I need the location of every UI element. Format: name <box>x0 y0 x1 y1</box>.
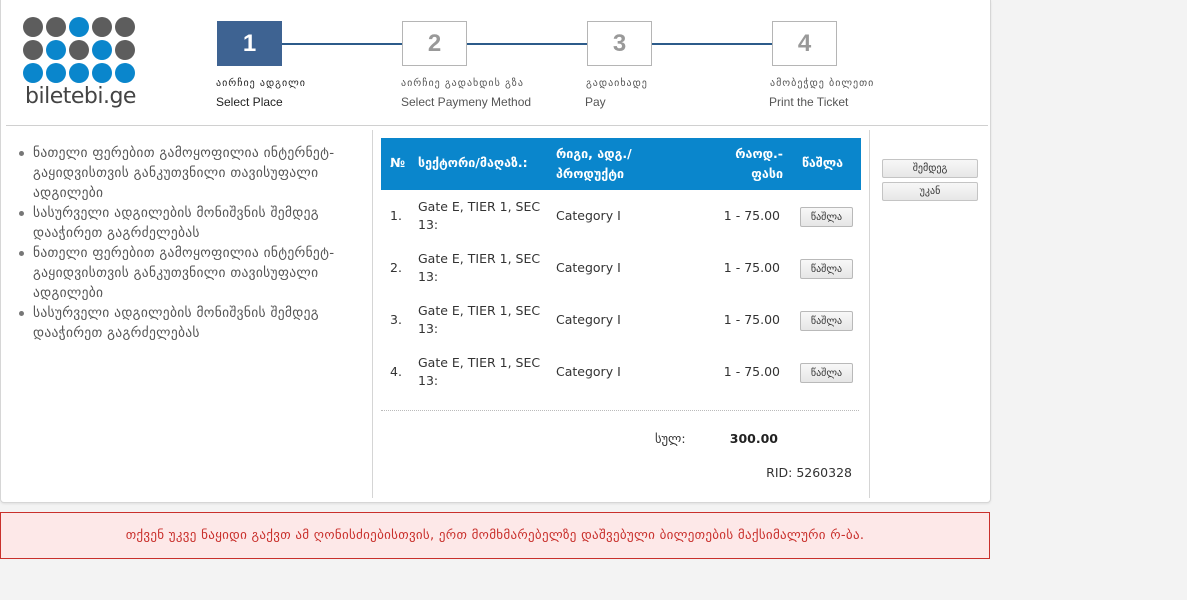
logo-dot <box>115 40 135 60</box>
site-logo[interactable]: biletebi.ge <box>23 17 149 113</box>
delete-button[interactable]: წაშლა <box>800 259 853 279</box>
instructions-list: ნათელი ფერებით გამოყოფილია ინტერნეტ-გაყი… <box>17 143 369 343</box>
instruction-item: ნათელი ფერებით გამოყოფილია ინტერნეტ-გაყი… <box>17 243 369 303</box>
header-divider <box>6 125 988 126</box>
logo-dot <box>23 17 43 37</box>
row-price: 1 - 75.00 <box>723 260 780 275</box>
logo-dot <box>23 40 43 60</box>
step-1-label: აირჩიე ადგილი <box>216 78 306 89</box>
logo-text: biletebi.ge <box>25 84 136 109</box>
logo-dot <box>69 17 89 37</box>
logo-dot <box>115 17 135 37</box>
delete-button[interactable]: წაშლა <box>800 311 853 331</box>
logo-dot <box>92 17 112 37</box>
step-3-box: 3 <box>587 21 652 66</box>
step-4-sublabel: Print the Ticket <box>769 95 849 109</box>
logo-dot <box>23 63 43 83</box>
logo-dot <box>46 63 66 83</box>
step-4-box: 4 <box>772 21 837 66</box>
row-price: 1 - 75.00 <box>723 312 780 327</box>
row-number: 4. <box>390 364 402 379</box>
header-num: № <box>390 155 406 170</box>
step-2-sublabel: Select Paymeny Method <box>401 95 532 109</box>
table-header: № სექტორი/მაღაზ.: რიგი, ადგ./ პროდუქტი რ… <box>381 138 861 190</box>
table-row: 3. Gate E, TIER 1, SEC 13: Category I 1 … <box>381 294 861 346</box>
left-column-divider <box>372 130 373 498</box>
order-table: № სექტორი/მაღაზ.: რიგი, ადგ./ პროდუქტი რ… <box>381 138 861 398</box>
logo-dot <box>69 40 89 60</box>
table-divider <box>381 410 859 411</box>
row-price: 1 - 75.00 <box>723 208 780 223</box>
step-connector-1 <box>282 43 402 45</box>
logo-dot <box>46 17 66 37</box>
row-number: 1. <box>390 208 402 223</box>
row-sector: Gate E, TIER 1, SEC 13: <box>418 303 541 336</box>
header-delete: წაშლა <box>802 155 844 170</box>
step-3-label: გადაიხადე <box>586 78 648 89</box>
row-sector: Gate E, TIER 1, SEC 13: <box>418 199 541 232</box>
back-button[interactable]: უკან <box>882 182 978 201</box>
row-category: Category I <box>556 312 621 327</box>
header-sector: სექტორი/მაღაზ.: <box>418 155 528 170</box>
row-number: 3. <box>390 312 402 327</box>
step-2-box: 2 <box>402 21 467 66</box>
logo-dot <box>92 40 112 60</box>
step-1-box: 1 <box>217 21 282 66</box>
step-4-label: ამობეჭდე ბილეთი <box>770 78 875 89</box>
step-connector-3 <box>652 43 772 45</box>
right-column-divider <box>869 130 870 498</box>
delete-button[interactable]: წაშლა <box>800 207 853 227</box>
step-3-sublabel: Pay <box>585 95 606 109</box>
table-row: 4. Gate E, TIER 1, SEC 13: Category I 1 … <box>381 346 861 398</box>
instruction-item: სასურველი ადგილების მონიშვნის შემდეგ დაა… <box>17 203 369 243</box>
main-panel: biletebi.ge 1 2 3 4 აირჩიე ადგილი აირჩიე… <box>0 0 991 503</box>
logo-dot <box>115 63 135 83</box>
logo-dot <box>69 63 89 83</box>
step-connector-2 <box>467 43 587 45</box>
row-sector: Gate E, TIER 1, SEC 13: <box>418 251 541 284</box>
reservation-id: RID: 5260328 <box>766 465 852 480</box>
header-row-seat: რიგი, ადგ./ პროდუქტი <box>556 146 632 181</box>
row-sector: Gate E, TIER 1, SEC 13: <box>418 355 541 388</box>
logo-dots <box>23 17 149 83</box>
row-price: 1 - 75.00 <box>723 364 780 379</box>
step-2-label: აირჩიე გადახდის გზა <box>401 78 524 89</box>
delete-button[interactable]: წაშლა <box>800 363 853 383</box>
row-category: Category I <box>556 364 621 379</box>
step-1-sublabel: Select Place <box>216 95 283 109</box>
instruction-item: სასურველი ადგილების მონიშვნის შემდეგ დაა… <box>17 303 369 343</box>
header-qty-price: რაოდ.- ფასი <box>735 146 783 181</box>
total-value: 300.00 <box>729 431 778 446</box>
table-row: 1. Gate E, TIER 1, SEC 13: Category I 1 … <box>381 190 861 242</box>
total-label: სულ: <box>655 431 686 446</box>
row-category: Category I <box>556 208 621 223</box>
table-row: 2. Gate E, TIER 1, SEC 13: Category I 1 … <box>381 242 861 294</box>
row-number: 2. <box>390 260 402 275</box>
instruction-item: ნათელი ფერებით გამოყოფილია ინტერნეტ-გაყი… <box>17 143 369 203</box>
logo-dot <box>92 63 112 83</box>
error-message: თქვენ უკვე ნაყიდი გაქვთ ამ ღონისძიებისთვ… <box>0 512 990 559</box>
logo-dot <box>46 40 66 60</box>
row-category: Category I <box>556 260 621 275</box>
next-button[interactable]: შემდეგ <box>882 159 978 178</box>
